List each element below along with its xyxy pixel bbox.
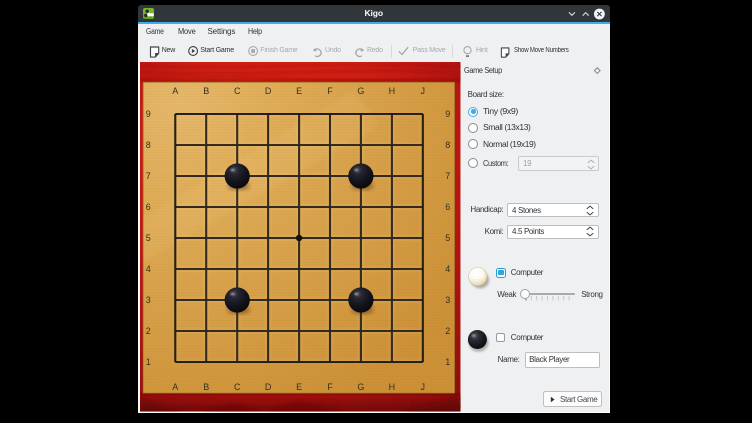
svg-text:J: J bbox=[421, 86, 426, 96]
svg-text:E: E bbox=[296, 86, 302, 96]
svg-text:B: B bbox=[203, 86, 209, 96]
svg-text:6: 6 bbox=[146, 202, 151, 212]
svg-text:4: 4 bbox=[445, 264, 450, 274]
svg-text:7: 7 bbox=[445, 171, 450, 181]
svg-text:8: 8 bbox=[146, 140, 151, 150]
svg-text:5: 5 bbox=[146, 233, 151, 243]
svg-text:H: H bbox=[389, 86, 396, 96]
svg-text:5: 5 bbox=[445, 233, 450, 243]
svg-text:A: A bbox=[172, 382, 178, 392]
svg-text:G: G bbox=[357, 86, 364, 96]
svg-text:J: J bbox=[421, 382, 426, 392]
svg-text:F: F bbox=[327, 382, 333, 392]
svg-text:2: 2 bbox=[146, 326, 151, 336]
svg-text:3: 3 bbox=[146, 295, 151, 305]
svg-text:C: C bbox=[234, 86, 241, 96]
svg-text:6: 6 bbox=[445, 202, 450, 212]
svg-text:8: 8 bbox=[445, 140, 450, 150]
svg-text:9: 9 bbox=[146, 109, 151, 119]
svg-text:2: 2 bbox=[445, 326, 450, 336]
svg-text:7: 7 bbox=[146, 171, 151, 181]
svg-text:4: 4 bbox=[146, 264, 151, 274]
svg-text:1: 1 bbox=[146, 357, 151, 367]
svg-text:H: H bbox=[389, 382, 396, 392]
svg-text:C: C bbox=[234, 382, 241, 392]
svg-text:D: D bbox=[265, 86, 272, 96]
svg-text:E: E bbox=[296, 382, 302, 392]
svg-text:G: G bbox=[357, 382, 364, 392]
svg-text:B: B bbox=[203, 382, 209, 392]
svg-text:A: A bbox=[172, 86, 178, 96]
svg-text:9: 9 bbox=[445, 109, 450, 119]
svg-text:D: D bbox=[265, 382, 272, 392]
svg-text:F: F bbox=[327, 86, 333, 96]
svg-text:1: 1 bbox=[445, 357, 450, 367]
svg-text:3: 3 bbox=[445, 295, 450, 305]
